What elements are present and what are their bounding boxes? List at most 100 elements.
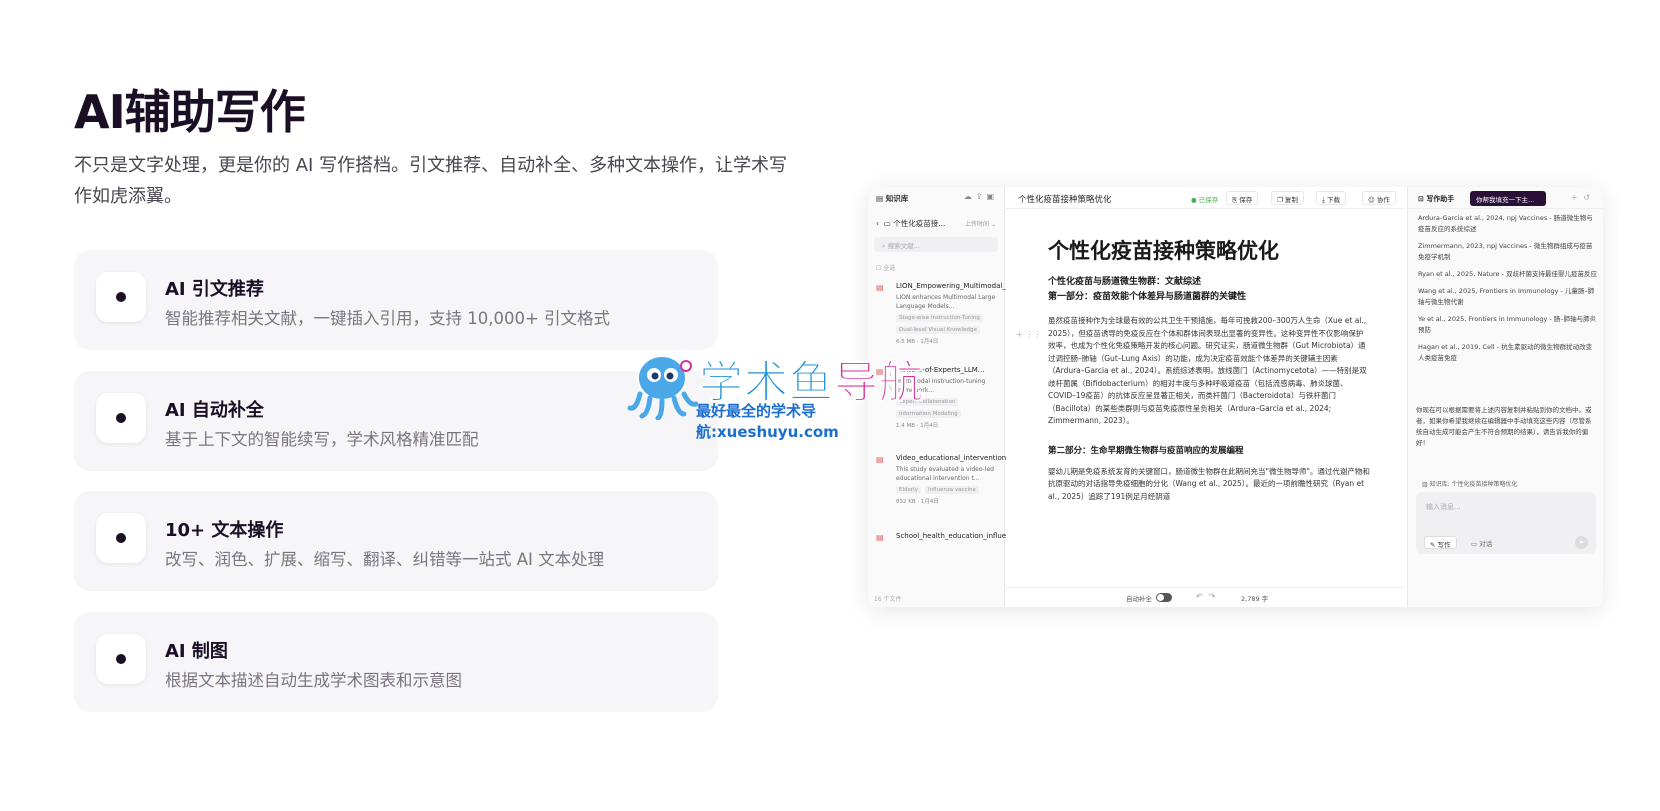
kb-search-placeholder: 搜索文献... <box>887 242 920 250</box>
feature-card-text-ops: 10+ 文本操作 改写、润色、扩展、缩写、翻译、纠错等一站式 AI 文本处理 <box>74 491 718 591</box>
download-button-label: 下载 <box>1326 196 1340 204</box>
kb-header-label: 知识库 <box>885 194 909 203</box>
assistant-panel: ⊡ 写作助手 你帮我填充一下主... +↺ Ardura-Garcia et a… <box>1407 187 1603 607</box>
save-button[interactable]: ⎘ 保存 <box>1226 191 1259 205</box>
editor-content[interactable]: 个性化疫苗接种策略优化 个性化疫苗与肠道微生物群：文献综述 第一部分：疫苗效能个… <box>1048 235 1370 503</box>
autocomplete-toggle[interactable] <box>1156 593 1172 602</box>
doc-meta: 6.5 MB · 1月4日 <box>896 339 939 345</box>
doc-desc: This study evaluated a video-led educati… <box>896 466 994 482</box>
doc-title: Video_educational_intervention_influenza… <box>896 454 1079 462</box>
watermark: 学术鱼导航 最好最全的学术导航:xueshuyu.com <box>626 348 956 441</box>
kb-doc-item[interactable]: ▤ School_health_education_influenza_vacc… <box>876 531 1078 542</box>
write-mode-button[interactable]: ✎ 写作 <box>1424 536 1457 549</box>
doc-tag: Stage-wise Instruction-Tuning <box>896 314 983 322</box>
editor-doc-name[interactable]: 个性化疫苗接种策略优化 <box>1018 193 1112 205</box>
copy-button-label: 复制 <box>1284 196 1298 204</box>
doc-heading-2: 个性化疫苗与肠道微生物群：文献综述 <box>1048 277 1202 287</box>
kb-file-count: 16 个文件 <box>874 596 902 603</box>
watermark-tagline: 最好最全的学术导航:xueshuyu.com <box>696 402 839 441</box>
pdf-icon: ▤ <box>876 533 884 542</box>
doc-tag: Influenza vaccine <box>924 486 979 494</box>
feature-desc: 智能推荐相关文献，一键插入引用，支持 10,000+ 引文格式 <box>165 309 611 328</box>
chat-mode-button[interactable]: ▭ 对话 <box>1466 536 1497 549</box>
send-icon[interactable]: ➤ <box>1575 536 1588 549</box>
write-mode-label: 写作 <box>1437 541 1451 549</box>
feature-title: AI 自动补全 <box>165 399 264 421</box>
doc-desc: LION enhances Multimodal Large Language … <box>896 294 996 310</box>
app-preview: ▤ 知识库 ☁⇪▣ ‹ ▭ 个性化疫苗接... 上传时间 ⌄ ⌕ 搜索文献...… <box>868 187 1603 607</box>
kb-sort-select[interactable]: 上传时间 ⌄ <box>965 219 996 228</box>
pdf-icon: ▤ <box>876 455 884 464</box>
save-button-label: 保存 <box>1239 196 1253 204</box>
kb-reference[interactable]: ▥ 知识库: 个性化疫苗接种策略优化 <box>1422 479 1518 488</box>
feature-desc: 基于上下文的智能续写，学术风格精准匹配 <box>165 429 479 449</box>
collab-button-label: 协作 <box>1376 196 1390 204</box>
doc-heading-3: 第二部分：生命早期微生物群与疫苗响应的发展编程 <box>1048 445 1244 456</box>
autocomplete-label: 自动补全 <box>1126 595 1152 603</box>
feature-dot-icon <box>96 513 146 563</box>
kb-folder-label: 个性化疫苗接... <box>893 219 946 228</box>
feature-card-figure: AI 制图 根据文本描述自动生成学术图表和示意图 <box>74 611 718 712</box>
feature-desc: 根据文本描述自动生成学术图表和示意图 <box>165 670 462 690</box>
kb-select-all-label: 全选 <box>883 265 896 272</box>
citation-item: Ardura-Garcia et al., 2024, npj Vaccines… <box>1418 214 1593 233</box>
citation-item: Ye et al., 2025, Frontiers in Immunology… <box>1418 315 1597 334</box>
save-status: ● 已保存 <box>1191 196 1219 204</box>
citation-item: Hagan et al., 2019, Cell - 抗生素驱动的微生物群扰动改… <box>1418 343 1593 362</box>
doc-meta: 832 KB · 1月4日 <box>896 499 939 505</box>
doc-title: LION_Empowering_Multimodal_LLM_with_Dual… <box>896 282 1067 290</box>
doc-paragraph: 婴幼儿期是免疫系统发育的关键窗口，肠道微生物群在此期间充当"微生物导师"。通过代… <box>1048 466 1370 501</box>
doc-heading-1: 个性化疫苗接种策略优化 <box>1048 239 1279 263</box>
assistant-header: ⊡ 写作助手 你帮我填充一下主... +↺ <box>1408 187 1603 209</box>
pdf-icon: ▤ <box>876 283 884 292</box>
doc-tag: Elderly <box>896 486 921 494</box>
chat-tab[interactable]: 你帮我填充一下主... <box>1470 191 1546 206</box>
doc-title: School_health_education_influenza_vaccin… <box>896 532 1078 540</box>
download-button[interactable]: ⤓ 下载 <box>1316 191 1346 205</box>
editor-statusbar: 自动补全 ↶↷ 2,789 字 <box>1006 587 1406 607</box>
chat-input-placeholder: 输入消息... <box>1426 503 1461 511</box>
feature-title: AI 制图 <box>165 640 228 662</box>
feature-card-autocomplete: AI 自动补全 基于上下文的智能续写，学术风格精准匹配 <box>74 370 718 471</box>
feature-dot-icon <box>96 633 146 684</box>
chat-input[interactable]: 输入消息... ✎ 写作 ▭ 对话 ➤ <box>1416 492 1596 554</box>
doc-heading-2: 第一部分：疫苗效能个体差异与肠道菌群的关键性 <box>1048 292 1247 302</box>
page-title: AI辅助写作 <box>74 85 306 139</box>
citation-item: Zimmermann, 2023, npj Vaccines - 微生物群组成与… <box>1418 242 1593 261</box>
feature-dot-icon <box>96 392 146 443</box>
feature-card-citation: AI 引文推荐 智能推荐相关文献，一键插入引用，支持 10,000+ 引文格式 <box>74 250 718 350</box>
page-subtitle: 不只是文字处理，更是你的 AI 写作搭档。引文推荐、自动补全、多种文本操作，让学… <box>74 155 788 207</box>
kb-select-all[interactable]: ☐ 全选 <box>876 263 895 272</box>
feature-desc: 改写、润色、扩展、缩写、翻译、纠错等一站式 AI 文本处理 <box>165 550 605 569</box>
feature-list: AI 引文推荐 智能推荐相关文献，一键插入引用，支持 10,000+ 引文格式 … <box>74 250 718 732</box>
kb-header-icons[interactable]: ☁⇪▣ <box>964 192 998 201</box>
kb-folder[interactable]: ‹ ▭ 个性化疫苗接... <box>876 218 945 229</box>
doc-paragraph: 虽然疫苗接种作为全球最有效的公共卫生干预措施，每年可挽救200–300万人生命（… <box>1048 316 1367 425</box>
assistant-header-icons[interactable]: +↺ <box>1571 193 1596 202</box>
feature-title: 10+ 文本操作 <box>165 520 284 541</box>
feature-title: AI 引文推荐 <box>165 279 264 300</box>
assistant-title: ⊡ 写作助手 <box>1418 195 1455 203</box>
octopus-logo-icon <box>627 355 698 420</box>
copy-button[interactable]: ❐ 复制 <box>1271 191 1304 205</box>
feature-dot-icon <box>96 272 146 322</box>
doc-tag: Dual-level Visual Knowledge <box>896 326 980 334</box>
kb-reference-label: 知识库: 个性化疫苗接种策略优化 <box>1429 481 1518 488</box>
citation-list: Ardura-Garcia et al., 2024, npj Vaccines… <box>1418 213 1598 370</box>
citation-item: Ryan et al., 2025, Nature - 双歧杆菌支持最佳婴儿疫苗… <box>1418 270 1597 278</box>
collab-button[interactable]: ☺ 协作 <box>1362 191 1396 205</box>
word-count: 2,789 字 <box>1241 595 1269 603</box>
citation-item: Wang et al., 2025, Frontiers in Immunolo… <box>1418 287 1595 306</box>
editor-toolbar: 个性化疫苗接种策略优化 ● 已保存 ⎘ 保存 ❐ 复制 ⤓ 下载 ☺ 协作 <box>1006 187 1406 209</box>
kb-header: ▤ 知识库 <box>876 194 909 203</box>
kb-search-input[interactable]: ⌕ 搜索文献... <box>874 237 998 252</box>
kb-doc-item[interactable]: ▤ LION_Empowering_Multimodal_LLM_with_Du… <box>876 281 1067 345</box>
kb-doc-item[interactable]: ▤ Video_educational_intervention_influen… <box>876 453 1079 505</box>
drag-handle-icon[interactable]: + ⋮⋮ <box>1016 330 1041 339</box>
kb-sort-label: 上传时间 <box>965 221 990 228</box>
undo-redo-icons[interactable]: ↶↷ <box>1196 592 1221 601</box>
assistant-title-label: 写作助手 <box>1426 195 1455 203</box>
assistant-message: 你现在可以根据需要将上述内容复制并粘贴到你的文档中。或者，如果你希望我继续在编辑… <box>1416 406 1592 447</box>
editor-panel: 个性化疫苗接种策略优化 ● 已保存 ⎘ 保存 ❐ 复制 ⤓ 下载 ☺ 协作 + … <box>1006 187 1406 607</box>
chat-mode-label: 对话 <box>1479 540 1493 548</box>
